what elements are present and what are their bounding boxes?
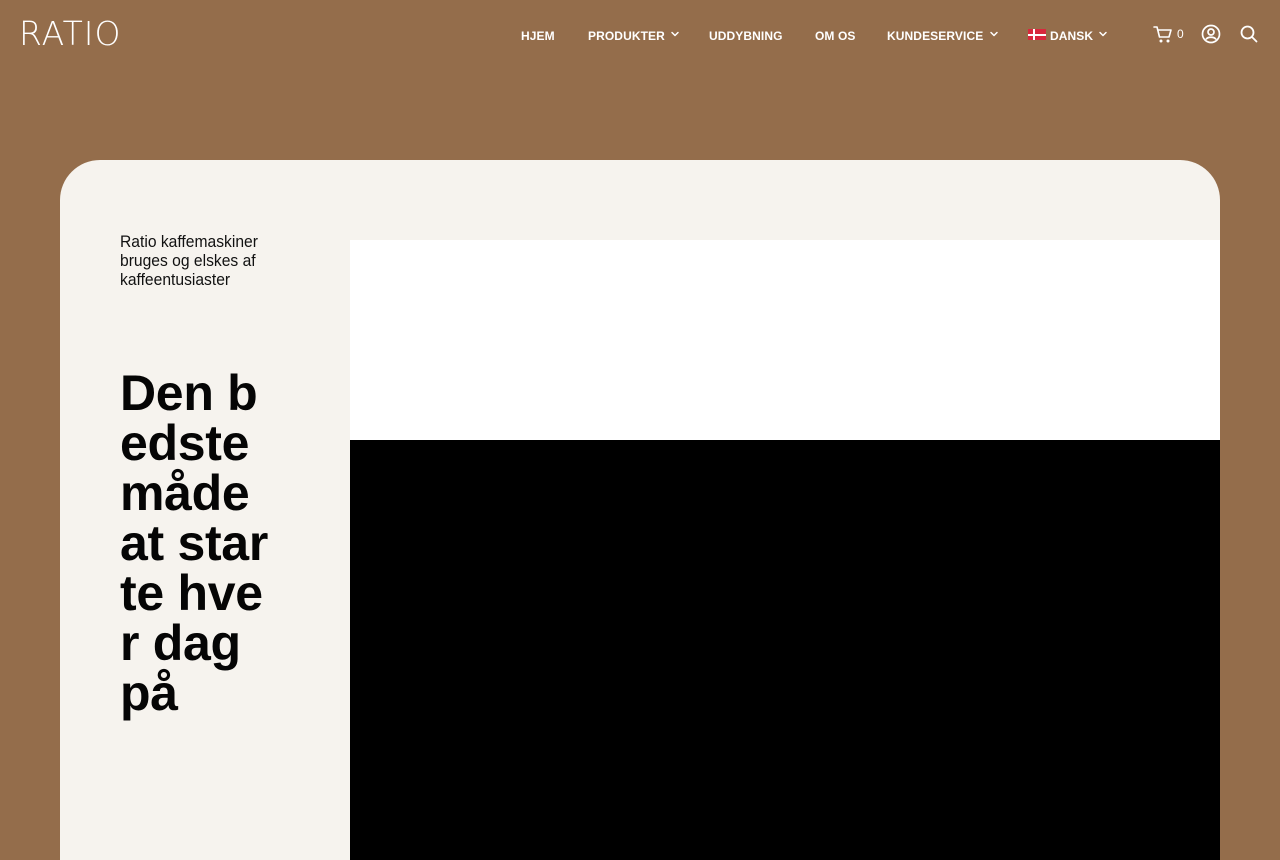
nav-item-om-os[interactable]: OM OS [815,27,856,45]
nav-item-uddybning[interactable]: UDDYBNING [709,27,783,45]
chevron-down-icon[interactable] [989,29,999,39]
hero-eyebrow: Ratio kaffemaskiner bruges og elskes af … [120,232,258,289]
chevron-down-icon[interactable] [1098,29,1108,39]
danish-flag-icon [1028,29,1046,40]
hero-media-top [350,240,1220,440]
nav-item-hjem[interactable]: HJEM [521,27,555,45]
site-header: RATIO HJEM PRODUKTER UDDYBNING OM OS KUN… [0,0,1280,70]
chevron-down-icon[interactable] [670,29,680,39]
nav-item-language[interactable]: DANSK [1050,27,1093,45]
cart-count[interactable]: 0 [1177,26,1184,42]
hero-card: Ratio kaffemaskiner bruges og elskes af … [60,160,1220,860]
ratio-logo[interactable]: RATIO [19,16,121,52]
shopping-cart-icon[interactable] [1153,25,1173,44]
user-icon[interactable] [1201,24,1221,44]
hero-headline: Den bedste måde at starte hver dag på [120,365,268,721]
hero-video[interactable] [350,440,1220,860]
nav-item-kundeservice[interactable]: KUNDESERVICE [887,27,983,45]
nav-item-produkter[interactable]: PRODUKTER [588,27,665,45]
search-icon[interactable] [1240,25,1258,43]
